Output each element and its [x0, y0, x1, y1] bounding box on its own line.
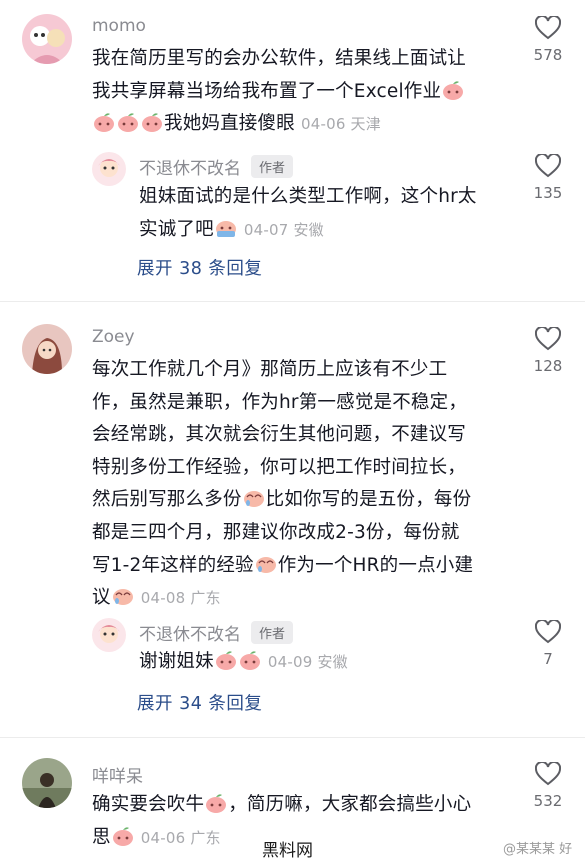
- reply-meta: 04-07 安徽: [243, 220, 324, 239]
- reply-line: 谢谢姐妹 04-09 安徽: [139, 646, 519, 679]
- reply-text: 姐妹面试的是什么类型工作啊，这个hr太 实诚了吧 04-07 安徽: [139, 181, 519, 246]
- expand-replies-link[interactable]: 展开 34 条回复: [137, 690, 262, 715]
- peach-emoji-icon: [215, 649, 237, 670]
- comment-line-text: 比如你写的是五份，每份: [265, 489, 472, 511]
- like-count: 7: [543, 650, 553, 668]
- like-button[interactable]: 128: [518, 327, 578, 375]
- reply-username[interactable]: 不退休不改名 作者: [139, 154, 294, 179]
- comment-meta: 04-08 广东: [140, 589, 221, 608]
- comment-line: 作，虽然是兼职，作为hr第一感觉是不稳定，: [92, 391, 468, 413]
- crying-emoji-icon: [243, 487, 265, 508]
- reply-username-text: 不退休不改名: [139, 625, 241, 645]
- heart-icon: [535, 16, 561, 40]
- comment-username[interactable]: 咩咩呆: [92, 762, 143, 787]
- reply-meta: 04-09 安徽: [267, 653, 348, 671]
- like-button[interactable]: 135: [518, 154, 578, 202]
- avatar[interactable]: [22, 758, 72, 808]
- comment-line: 会经常跳，其次就会衍生其他问题，不建议写: [92, 424, 467, 446]
- heart-icon: [535, 762, 561, 786]
- divider: [0, 301, 585, 302]
- avatar[interactable]: [22, 14, 72, 64]
- comment-line-text: 议: [92, 587, 111, 609]
- comment-line: 我在简历里写的会办公软件，结果线上面试让: [92, 48, 467, 69]
- reply-line: 姐妹面试的是什么类型工作啊，这个hr太: [139, 186, 477, 207]
- heart-icon: [535, 620, 561, 644]
- comment-line-text: 写1-2年这样的经验: [92, 554, 254, 576]
- comment-line-text: 思: [92, 826, 111, 848]
- comment-line-text: ，简历嘛，大家都会搞些小心: [228, 794, 472, 815]
- comment-username[interactable]: Zoey: [92, 327, 135, 347]
- comment-username[interactable]: momo: [92, 16, 146, 36]
- heart-icon: [535, 154, 561, 178]
- comment-line: 确实要会吹牛 ，简历嘛，大家都会搞些小心: [92, 789, 522, 822]
- peach-emoji-icon: [117, 111, 139, 133]
- reply-line: 实诚了吧 04-07 安徽: [139, 214, 519, 247]
- comment-line-text: 我她妈直接傻眼: [164, 113, 295, 135]
- peach-emoji-icon: [112, 825, 134, 846]
- like-count: 135: [533, 184, 563, 202]
- crying-emoji-icon: [215, 217, 237, 237]
- comment-line-text: 然后别写那么多份: [92, 489, 242, 511]
- crying-emoji-icon: [255, 553, 277, 573]
- crying-emoji-icon: [112, 585, 134, 606]
- weibo-watermark: @某某某 好: [503, 842, 573, 857]
- author-badge: 作者: [251, 155, 294, 178]
- comment-line: 每次工作就几个月》那简历上应该有不少工: [92, 359, 448, 380]
- heart-icon: [535, 327, 561, 351]
- comment-line: 写1-2年这样的经验 作为一个HR的一点小建: [92, 550, 522, 583]
- peach-emoji-icon: [93, 111, 115, 133]
- comment-meta: 04-06 广东: [140, 828, 221, 847]
- watermark: 黑料网: [262, 841, 313, 861]
- avatar[interactable]: [92, 618, 126, 652]
- reply-line-text: 实诚了吧: [139, 218, 214, 240]
- comment-line: 议 04-08 广东: [92, 582, 522, 615]
- like-count: 532: [533, 792, 563, 810]
- like-count: 578: [533, 46, 563, 64]
- comment-line-text: 作为一个HR的一点小建: [277, 554, 474, 576]
- reply-username[interactable]: 不退休不改名 作者: [139, 620, 294, 645]
- comment-text: 我在简历里写的会办公软件，结果线上面试让 我共享屏幕当场给我布置了一个Excel…: [92, 43, 512, 141]
- peach-emoji-icon: [442, 79, 464, 100]
- avatar[interactable]: [92, 152, 126, 186]
- like-button[interactable]: 578: [518, 16, 578, 64]
- comment-line: 特别多份工作经验，你可以把工作时间拉长，: [92, 456, 467, 478]
- reply-username-text: 不退休不改名: [139, 159, 241, 179]
- comment-text: 每次工作就几个月》那简历上应该有不少工 作，虽然是兼职，作为hr第一感觉是不稳定…: [92, 354, 522, 615]
- like-count: 128: [533, 357, 563, 375]
- expand-replies-link[interactable]: 展开 38 条回复: [137, 255, 262, 280]
- peach-emoji-icon: [239, 649, 261, 670]
- comment-line: 我她妈直接傻眼 04-06 天津: [92, 108, 512, 141]
- divider: [0, 737, 585, 738]
- avatar[interactable]: [22, 324, 72, 374]
- comment-line: 我共享屏幕当场给我布置了一个Excel作业: [92, 76, 512, 109]
- comment-line-text: 我共享屏幕当场给我布置了一个Excel作业: [92, 80, 442, 102]
- reply-text: 谢谢姐妹 04-09 安徽: [139, 646, 519, 679]
- like-button[interactable]: 7: [518, 620, 578, 668]
- reply-line-text: 谢谢姐妹: [139, 651, 214, 672]
- comment-meta: 04-06 天津: [301, 115, 381, 134]
- author-badge: 作者: [251, 621, 294, 644]
- comment-line: 然后别写那么多份 比如你写的是五份，每份: [92, 484, 522, 517]
- comment-line: 都是三四个月，那建议你改成2-3份，每份就: [92, 521, 460, 543]
- peach-emoji-icon: [205, 792, 227, 813]
- peach-emoji-icon: [141, 111, 163, 133]
- comment-line-text: 确实要会吹牛: [92, 794, 205, 815]
- like-button[interactable]: 532: [518, 762, 578, 810]
